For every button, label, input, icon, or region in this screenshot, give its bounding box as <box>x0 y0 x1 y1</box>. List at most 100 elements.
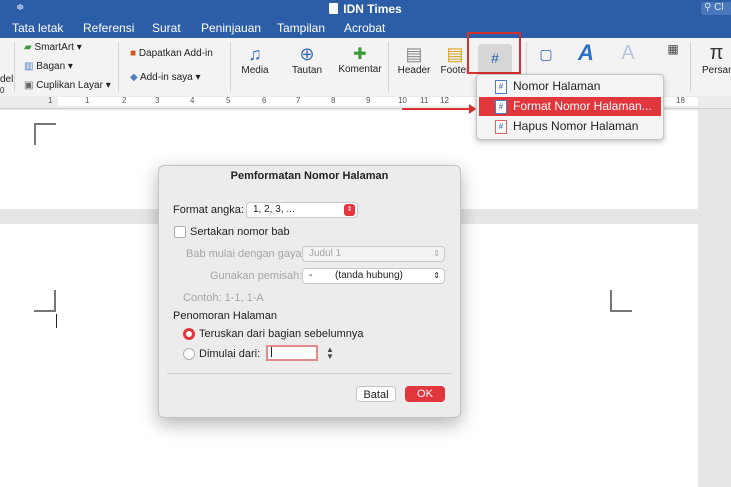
chapter-style-label: Bab mulai dengan gaya: <box>186 248 305 260</box>
link-icon: ⊕ <box>299 44 315 64</box>
margin-corner-mark <box>34 123 56 145</box>
komentar-button[interactable]: ✚ Komentar <box>338 44 382 75</box>
ribbon-tabs: Tata letak Referensi Surat Peninjauan Ta… <box>0 18 731 38</box>
bagan-button[interactable]: ▥ Bagan ▾ <box>24 61 73 72</box>
ruler-number: 1 <box>85 96 90 105</box>
tautan-label: Tautan <box>291 65 323 76</box>
header-label: Header <box>397 65 431 76</box>
menu-item-hapus-nomor-halaman[interactable]: # Hapus Nomor Halaman <box>479 117 661 136</box>
example-text: Contoh: 1-1, 1-A <box>183 292 264 304</box>
cut-label-del: del <box>0 74 14 85</box>
cancel-button[interactable]: Batal <box>356 386 396 402</box>
continue-radio[interactable] <box>183 328 195 340</box>
number-format-select[interactable]: 1, 2, 3, ... ⇕ <box>246 202 358 218</box>
bagan-label: Bagan <box>36 61 66 72</box>
menu-item-format-nomor-halaman[interactable]: # Format Nomor Halaman... <box>479 97 661 116</box>
search-icon: ⚲ <box>704 2 712 13</box>
screenshot-icon: ▣ <box>24 80 34 91</box>
ribbon-separator <box>230 42 231 92</box>
document-icon <box>329 3 339 14</box>
tab-surat[interactable]: Surat <box>152 21 181 35</box>
get-addin-label: Dapatkan Add-in <box>138 48 213 59</box>
ruler-number: 7 <box>296 96 301 105</box>
search-placeholder: Cl <box>714 2 724 13</box>
get-addin-button[interactable]: ■ Dapatkan Add-in <box>130 48 213 59</box>
include-chapter-checkbox[interactable] <box>174 226 186 238</box>
ribbon-separator <box>690 42 691 92</box>
tab-tata-letak[interactable]: Tata letak <box>12 21 63 35</box>
page-number-icon: # <box>495 80 507 94</box>
cuplikan-button[interactable]: ▣ Cuplikan Layar ▾ <box>24 80 111 91</box>
ok-button[interactable]: OK <box>405 386 445 402</box>
menu-item-nomor-halaman[interactable]: # Nomor Halaman <box>479 77 661 96</box>
remove-page-number-icon: # <box>495 120 507 134</box>
chevron-updown-icon: ⇕ <box>433 249 440 258</box>
smartart-button[interactable]: ▰ SmartArt ▾ <box>24 42 82 53</box>
media-label: Media <box>241 65 269 76</box>
store-icon: ■ <box>130 48 137 59</box>
tab-peninjauan[interactable]: Peninjauan <box>201 21 261 35</box>
dropcap-icon[interactable]: A <box>614 42 642 65</box>
wordart-icon[interactable]: A <box>572 40 600 66</box>
stepper-down-icon[interactable]: ▼ <box>326 353 334 361</box>
header-icon: ▤ <box>405 44 423 64</box>
cut-label-0: 0 <box>0 86 5 95</box>
format-page-number-dialog: Pemformatan Nomor Halaman Format angka: … <box>158 165 461 418</box>
tautan-button[interactable]: ⊕ Tautan <box>288 44 326 76</box>
equation-button[interactable]: πPersam <box>702 42 731 76</box>
ruler-number: 4 <box>190 96 195 105</box>
smartart-label: SmartArt <box>34 42 74 53</box>
menu-item-label: Hapus Nomor Halaman <box>513 119 639 133</box>
number-format-value: 1, 2, 3, ... <box>253 204 295 215</box>
ruler-number: 2 <box>122 96 127 105</box>
start-at-radio[interactable] <box>183 348 195 360</box>
chapter-style-select[interactable]: Judul 1 ⇕ <box>302 246 445 262</box>
separator-value: - <box>309 270 313 281</box>
chapter-style-value: Judul 1 <box>309 248 342 259</box>
ruler-number: 12 <box>440 96 449 105</box>
cuplikan-label: Cuplikan Layar <box>36 80 103 91</box>
tab-referensi[interactable]: Referensi <box>83 21 134 35</box>
window-title-text: IDN Times <box>343 2 402 16</box>
my-addin-button[interactable]: ◆ Add-in saya ▾ <box>130 72 201 83</box>
menu-item-label: Format Nomor Halaman... <box>513 99 652 113</box>
addin-icon: ◆ <box>130 72 138 83</box>
text-cursor <box>271 347 272 357</box>
tab-acrobat[interactable]: Acrobat <box>344 21 385 35</box>
window-title: IDN Times <box>0 2 731 16</box>
equation-label: Persam <box>702 65 731 76</box>
comment-icon: ✚ <box>353 46 367 63</box>
separator-desc: (tanda hubung) <box>335 270 403 281</box>
ruler-number: 6 <box>262 96 267 105</box>
annotation-arrow <box>402 104 476 114</box>
header-button[interactable]: ▤ Header <box>396 44 432 76</box>
footer-label: Footer <box>440 65 470 76</box>
search-input[interactable]: ⚲ Cl <box>701 2 731 15</box>
ribbon-separator <box>14 42 15 92</box>
media-icon: ♫ <box>248 44 262 64</box>
ruler-number: 5 <box>226 96 231 105</box>
media-button[interactable]: ♫ Media <box>238 44 272 76</box>
ruler-number: 9 <box>366 96 371 105</box>
date-time-icon[interactable]: ▦ <box>662 42 684 56</box>
dialog-divider <box>167 373 452 374</box>
menu-item-label: Nomor Halaman <box>513 79 601 93</box>
textbox-icon[interactable]: ▢ <box>532 46 560 63</box>
text-cursor <box>56 314 57 328</box>
numbering-header: Penomoran Halaman <box>173 310 277 322</box>
ruler-number: 8 <box>331 96 336 105</box>
separator-select[interactable]: - (tanda hubung) ⇕ <box>302 268 445 284</box>
chevron-updown-icon: ⇕ <box>344 204 355 216</box>
start-at-input[interactable] <box>266 345 318 361</box>
chevron-updown-icon: ⇕ <box>433 271 440 280</box>
chart-icon: ▥ <box>24 61 34 72</box>
ruler-number: 18 <box>676 96 685 105</box>
start-at-stepper[interactable]: ▲ ▼ <box>326 346 334 361</box>
start-at-label: Dimulai dari: <box>199 348 261 360</box>
my-addin-label: Add-in saya <box>139 72 193 83</box>
title-bar: ≑ IDN Times ⚲ Cl <box>0 0 731 18</box>
margin-corner-mark <box>610 290 632 312</box>
komentar-label: Komentar <box>338 64 382 75</box>
tab-tampilan[interactable]: Tampilan <box>277 21 325 35</box>
dialog-title: Pemformatan Nomor Halaman <box>230 170 389 182</box>
